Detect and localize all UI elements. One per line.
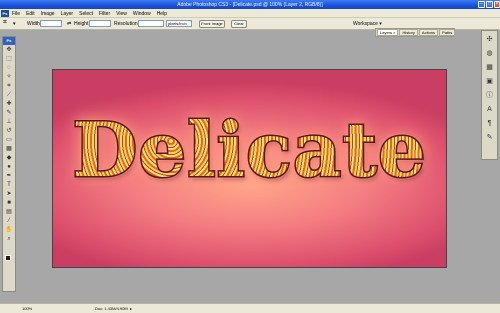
crop-tool-icon[interactable]: ⌗ [3, 19, 7, 27]
menu-help[interactable]: Help [157, 11, 167, 17]
marquee-icon[interactable]: ⬚ [4, 55, 14, 63]
width-field[interactable] [40, 20, 62, 27]
path-select-icon[interactable]: ➤ [4, 190, 14, 198]
document-canvas[interactable]: Delicate Delicate [52, 69, 447, 268]
eyedropper-icon[interactable]: ⁄ [4, 217, 14, 225]
height-field[interactable] [89, 20, 111, 27]
gradient-icon[interactable]: ▦ [4, 145, 14, 153]
shape-icon[interactable]: ■ [4, 199, 14, 207]
menu-layer[interactable]: Layer [61, 11, 74, 17]
swatches-icon[interactable]: ▦ [484, 62, 495, 73]
stamp-icon[interactable]: ⊥ [4, 118, 14, 126]
height-label: Height: [74, 21, 90, 27]
panel-well: Layers × History Actions Paths [375, 28, 456, 37]
status-menu-arrow-icon[interactable]: ▸ [130, 306, 132, 311]
blur-icon[interactable]: ◆ [4, 154, 14, 162]
hand-icon[interactable]: ✋ [4, 226, 14, 234]
window-title: Adobe Photoshop CS3 - [Delicate.psd @ 10… [177, 2, 323, 8]
move-icon[interactable]: ✥ [4, 46, 14, 54]
resolution-label: Resolution: [114, 21, 140, 27]
menu-bar: Ps File Edit Image Layer Select Filter V… [0, 9, 500, 18]
tab-layers[interactable]: Layers × [377, 29, 399, 36]
history-brush-icon[interactable]: ↺ [4, 127, 14, 135]
crop-icon[interactable]: ⌗ [4, 82, 14, 90]
swap-icon[interactable]: ⇄ [67, 21, 71, 27]
notes-icon[interactable]: ▤ [4, 208, 14, 216]
resolution-unit-select[interactable]: pixels/inch [166, 20, 192, 27]
paragraph-icon[interactable]: ¶ [484, 118, 495, 129]
zoom-level[interactable]: 100% [22, 306, 32, 311]
zoom-icon[interactable]: ⌕ [4, 235, 14, 243]
menu-edit[interactable]: Edit [26, 11, 35, 17]
app-logo: Ps [1, 10, 9, 17]
menu-view[interactable]: View [116, 11, 127, 17]
maximize-button[interactable]: □ [486, 1, 493, 8]
lasso-icon[interactable]: ◌ [4, 64, 14, 72]
resolution-field[interactable] [138, 20, 164, 27]
menu-image[interactable]: Image [41, 11, 55, 17]
menu: File Edit Image Layer Select Filter View… [12, 11, 167, 17]
clear-button[interactable]: Clear [231, 20, 247, 28]
title-bar: Adobe Photoshop CS3 - [Delicate.psd @ 10… [0, 0, 500, 9]
workspace-menu[interactable]: Workspace ▾ [353, 21, 382, 27]
menu-file[interactable]: File [12, 11, 20, 17]
status-bar: 100% Doc: 1.43M/4.90M ▸ [0, 303, 500, 313]
navigator-icon[interactable]: ✣ [484, 34, 495, 45]
slice-icon[interactable]: ⟋ [4, 91, 14, 99]
brush-icon[interactable]: ✎ [4, 109, 14, 117]
close-button[interactable]: × [494, 1, 500, 8]
minimize-button[interactable]: – [478, 1, 485, 8]
panel-dock: ✣ ◍ ▦ ▣ ⓘ A ¶ ✎ [481, 30, 498, 160]
magic-wand-icon[interactable]: ✧ [4, 73, 14, 81]
eraser-icon[interactable]: ▭ [4, 136, 14, 144]
front-image-button[interactable]: Front Image [199, 20, 225, 28]
tool-preset-dropdown-icon[interactable]: ▾ [13, 21, 16, 27]
menu-filter[interactable]: Filter [99, 11, 110, 17]
brushes-icon[interactable]: ✎ [484, 132, 495, 143]
canvas-text: Delicate [53, 106, 446, 194]
color-icon[interactable]: ◍ [484, 48, 495, 59]
doc-size: Doc: 1.43M/4.90M [95, 306, 128, 311]
info-icon[interactable]: ⓘ [484, 90, 495, 101]
tab-actions[interactable]: Actions [418, 29, 439, 36]
menu-window[interactable]: Window [133, 11, 151, 17]
toolbox: Ps ✥ ⬚ ◌ ✧ ⌗ ⟋ ✚ ✎ ⊥ ↺ ▭ ▦ ◆ ● ✒ T ➤ ■ ▤… [2, 36, 16, 292]
styles-icon[interactable]: ▣ [484, 76, 495, 87]
menu-select[interactable]: Select [79, 11, 93, 17]
foreground-color-swatch[interactable] [5, 255, 11, 261]
character-icon[interactable]: A [484, 104, 495, 115]
toolbox-header: Ps [3, 37, 15, 45]
type-icon[interactable]: T [4, 181, 14, 189]
healing-icon[interactable]: ✚ [4, 100, 14, 108]
dodge-icon[interactable]: ● [4, 163, 14, 171]
pen-icon[interactable]: ✒ [4, 172, 14, 180]
tab-history[interactable]: History [399, 29, 418, 36]
tab-paths[interactable]: Paths [439, 29, 456, 36]
